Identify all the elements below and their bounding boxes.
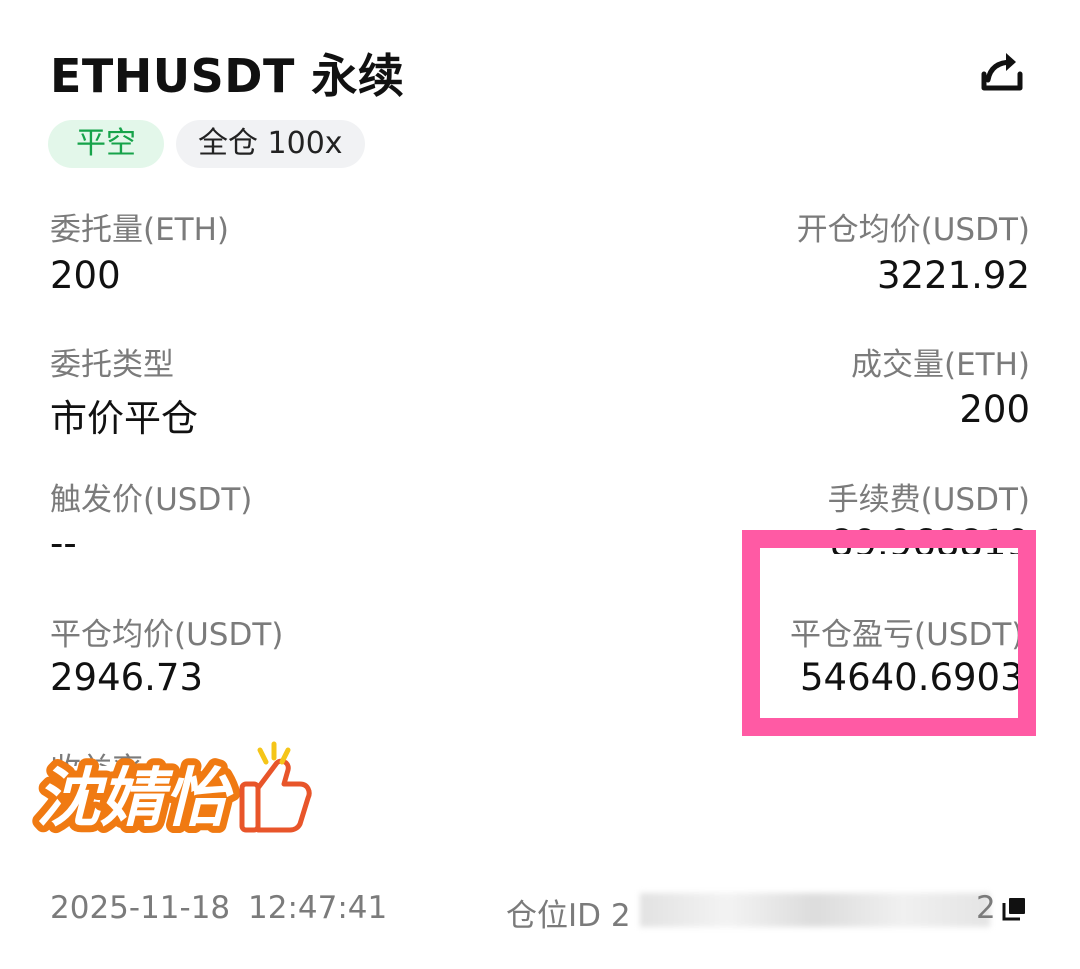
trigger-price-value: -- (50, 522, 77, 565)
open-avg-label: 开仓均价(USDT) (796, 212, 1030, 248)
position-id-prefix: 2 (610, 898, 631, 934)
trigger-price-label: 触发价(USDT) (50, 482, 253, 518)
close-avg-label: 平仓均价(USDT) (50, 617, 284, 653)
margin-mode-tag: 全仓 100x (176, 120, 365, 168)
order-qty-label: 委托量(ETH) (50, 212, 230, 248)
side-tag: 平空 (48, 120, 164, 168)
order-qty-value: 200 (50, 254, 121, 297)
order-datetime: 2025-11-18 12:47:41 (50, 890, 388, 926)
position-id-label: 仓位ID (506, 898, 602, 934)
fee-label: 手续费(USDT) (827, 482, 1030, 518)
highlight-box (742, 530, 1036, 736)
filled-qty-label: 成交量(ETH) (850, 347, 1030, 383)
position-id-suffix: 2 (976, 890, 996, 926)
order-type-value: 市价平仓 (50, 397, 198, 440)
open-avg-value: 3221.92 (876, 254, 1030, 297)
filled-qty-value: 200 (959, 388, 1030, 431)
name-sticker: 沈婧怡 (29, 741, 312, 840)
page-title: ETHUSDT 永续 (50, 49, 405, 103)
copy-icon[interactable] (1000, 895, 1028, 923)
order-type-label: 委托类型 (50, 347, 174, 383)
thumbs-up-icon (239, 741, 312, 833)
redacted-position-id (640, 893, 990, 927)
position-id: 仓位ID 2 (506, 890, 631, 935)
sticker-text: 沈婧怡 (36, 762, 234, 836)
close-avg-value: 2946.73 (50, 656, 204, 699)
share-icon[interactable] (974, 44, 1030, 100)
